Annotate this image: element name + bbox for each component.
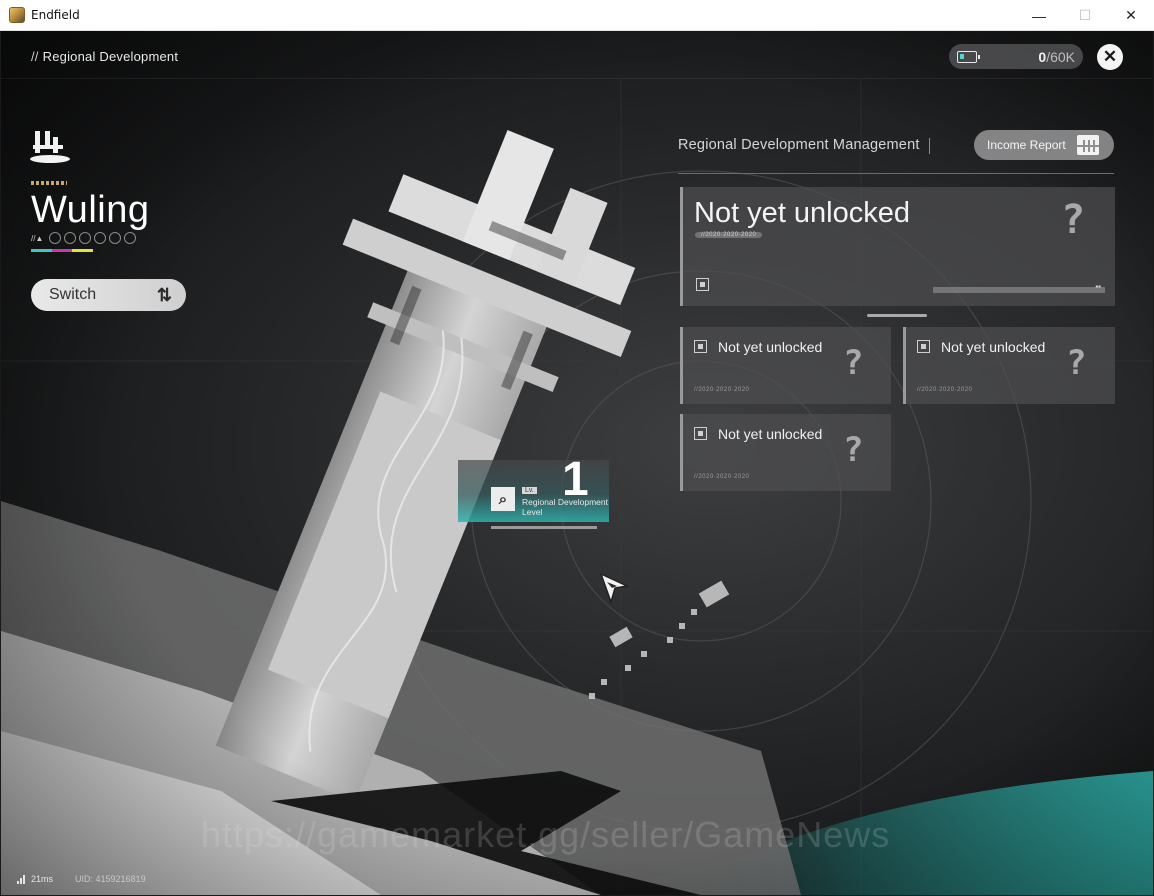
window-titlebar: Endfield — ☐ ✕	[0, 0, 1154, 31]
currency-value: 0/60K	[1038, 49, 1075, 65]
ping-value: 21ms	[31, 874, 54, 884]
card-code: //2020·2020·2020	[917, 387, 973, 393]
signal-icon	[17, 874, 25, 884]
currency-max: /60K	[1046, 48, 1075, 65]
battery-icon	[957, 50, 980, 63]
mouse-cursor-icon	[599, 572, 630, 604]
locked-square-icon	[694, 427, 707, 440]
card-progress-bar	[933, 282, 1105, 293]
title-separator	[929, 138, 930, 154]
watermark-text: https://gamemarket.gg/seller/GameNews	[201, 814, 891, 855]
progress-dot	[109, 232, 122, 244]
region-progress-dots: //▲	[31, 232, 137, 244]
question-mark-icon: ?	[843, 430, 864, 470]
locked-square-icon	[694, 340, 707, 353]
development-card-3[interactable]: Not yet unlocked //2020·2020·2020 ?	[680, 414, 891, 491]
switch-region-button[interactable]: Switch ⇅	[31, 279, 186, 311]
calendar-icon	[1077, 135, 1099, 155]
locked-square-icon	[696, 278, 709, 291]
maximize-button[interactable]: ☐	[1062, 0, 1108, 31]
locked-square-icon	[917, 340, 930, 353]
close-button[interactable]: ✕	[1097, 44, 1123, 70]
card-title: Not yet unlocked	[718, 339, 823, 355]
income-report-button[interactable]: Income Report	[974, 130, 1114, 160]
region-emblem-icon	[30, 131, 70, 163]
region-bar-yellow	[72, 249, 94, 252]
switch-label: Switch	[49, 286, 97, 303]
question-mark-icon: ?	[1061, 197, 1086, 243]
management-title: Regional Development Management	[678, 137, 920, 153]
development-card-2[interactable]: Not yet unlocked //2020·2020·2020 ?	[903, 327, 1115, 404]
card-separator	[867, 314, 927, 317]
card-code: //2020·2020·2020	[694, 387, 750, 393]
window-controls: — ☐ ✕	[1016, 0, 1154, 31]
uid-label: UID: 4159216819	[75, 874, 146, 884]
region-color-bar	[31, 249, 94, 252]
level-underline	[491, 526, 597, 529]
region-meta-strip	[31, 181, 67, 185]
status-bar: 21ms UID: 4159216819	[17, 874, 146, 884]
development-card-main[interactable]: Not yet unlocked //2020·2020·2020 ?	[680, 187, 1115, 306]
region-bar-magenta	[51, 249, 73, 252]
card-code: //2020·2020·2020	[694, 474, 750, 480]
region-name: Wuling	[31, 189, 150, 231]
card-code: //2020·2020·2020	[695, 232, 763, 238]
income-report-label: Income Report	[987, 138, 1066, 152]
breadcrumb-label: Regional Development	[42, 49, 179, 64]
game-viewport: //Regional Development 0/60K ✕ Wuling //…	[1, 31, 1153, 895]
progress-dot	[94, 232, 107, 244]
card-title: Not yet unlocked	[941, 339, 1046, 355]
window-title: Endfield	[31, 8, 80, 22]
switch-arrows-icon: ⇅	[156, 284, 172, 305]
card-title: Not yet unlocked	[718, 426, 823, 442]
progress-dot	[124, 232, 137, 244]
development-card-1[interactable]: Not yet unlocked //2020·2020·2020 ?	[680, 327, 891, 404]
region-dots-tag: //▲	[31, 233, 44, 243]
close-icon: ✕	[1102, 47, 1118, 66]
minimize-button[interactable]: —	[1016, 0, 1062, 31]
breadcrumb: //Regional Development	[31, 49, 178, 64]
close-window-button[interactable]: ✕	[1108, 0, 1154, 31]
breadcrumb-prefix: //	[31, 49, 39, 64]
progress-dot	[64, 232, 77, 244]
region-bar-teal	[31, 249, 52, 252]
progress-dot	[49, 232, 62, 244]
management-divider	[678, 173, 1114, 174]
app-icon	[9, 7, 25, 23]
top-bar: //Regional Development 0/60K ✕	[1, 31, 1153, 79]
progress-dot	[79, 232, 92, 244]
development-level-badge[interactable]: ⌕ Lv. Regional Development Level 1	[458, 453, 609, 522]
level-prefix: Lv.	[522, 487, 537, 494]
card-title: Not yet unlocked	[694, 197, 911, 229]
level-value: 1	[562, 453, 589, 506]
question-mark-icon: ?	[1066, 343, 1087, 383]
battery-currency-display: 0/60K	[949, 44, 1083, 69]
question-mark-icon: ?	[843, 343, 864, 383]
search-icon[interactable]: ⌕	[491, 487, 515, 511]
